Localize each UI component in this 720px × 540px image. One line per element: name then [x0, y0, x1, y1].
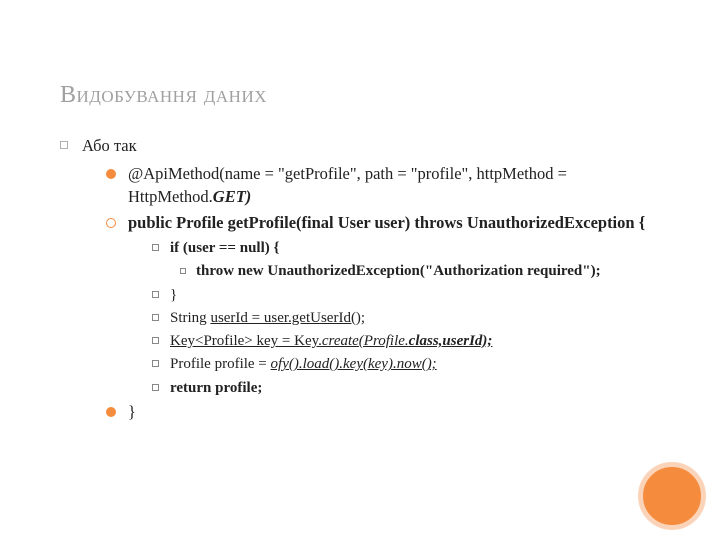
- bullet-profile: Profile profile = ofy().load().key(key).…: [152, 354, 680, 374]
- text-u: Key: [170, 333, 195, 349]
- bullet-key: Key<Profile> key = Key.create(Profile.cl…: [152, 331, 680, 351]
- bullet-userid: String userId = user.getUserId();: [152, 308, 680, 328]
- text: if (user == null) {: [170, 240, 279, 256]
- text: String: [170, 310, 210, 326]
- bullet-end: }: [106, 401, 680, 423]
- text-u: userId = user.getUserId();: [210, 310, 365, 326]
- bullet-lvl1: Або так: [60, 135, 680, 157]
- text-bi: class,userId);: [409, 333, 493, 349]
- text: Profile profile =: [170, 356, 271, 372]
- text: @ApiMethod(name = "getProfile", path = "…: [128, 164, 567, 205]
- text-u2: <Profile> key = Key.: [195, 333, 322, 349]
- bullet-if: if (user == null) {: [152, 238, 680, 258]
- text-i: ofy().load().key(key).now();: [271, 356, 437, 372]
- text-i: create(Profile.: [322, 333, 409, 349]
- bullet-annotation: @ApiMethod(name = "getProfile", path = "…: [106, 163, 680, 208]
- slide-title: Видобування даних: [60, 82, 267, 109]
- text: throw new UnauthorizedException("Authori…: [196, 263, 601, 279]
- bullet-throw: throw new UnauthorizedException("Authori…: [180, 261, 680, 281]
- bullet-return: return profile;: [152, 378, 680, 398]
- text: public Profile getProfile(final User use…: [128, 213, 645, 232]
- decorative-circle-icon: [638, 462, 706, 530]
- bullet-signature: public Profile getProfile(final User use…: [106, 212, 680, 234]
- text-ital: GET): [213, 187, 252, 206]
- slide-body: Або так @ApiMethod(name = "getProfile", …: [60, 135, 680, 427]
- text: }: [170, 287, 177, 303]
- text: }: [128, 402, 136, 421]
- bullet-close: }: [152, 285, 680, 305]
- text: return profile;: [170, 380, 262, 396]
